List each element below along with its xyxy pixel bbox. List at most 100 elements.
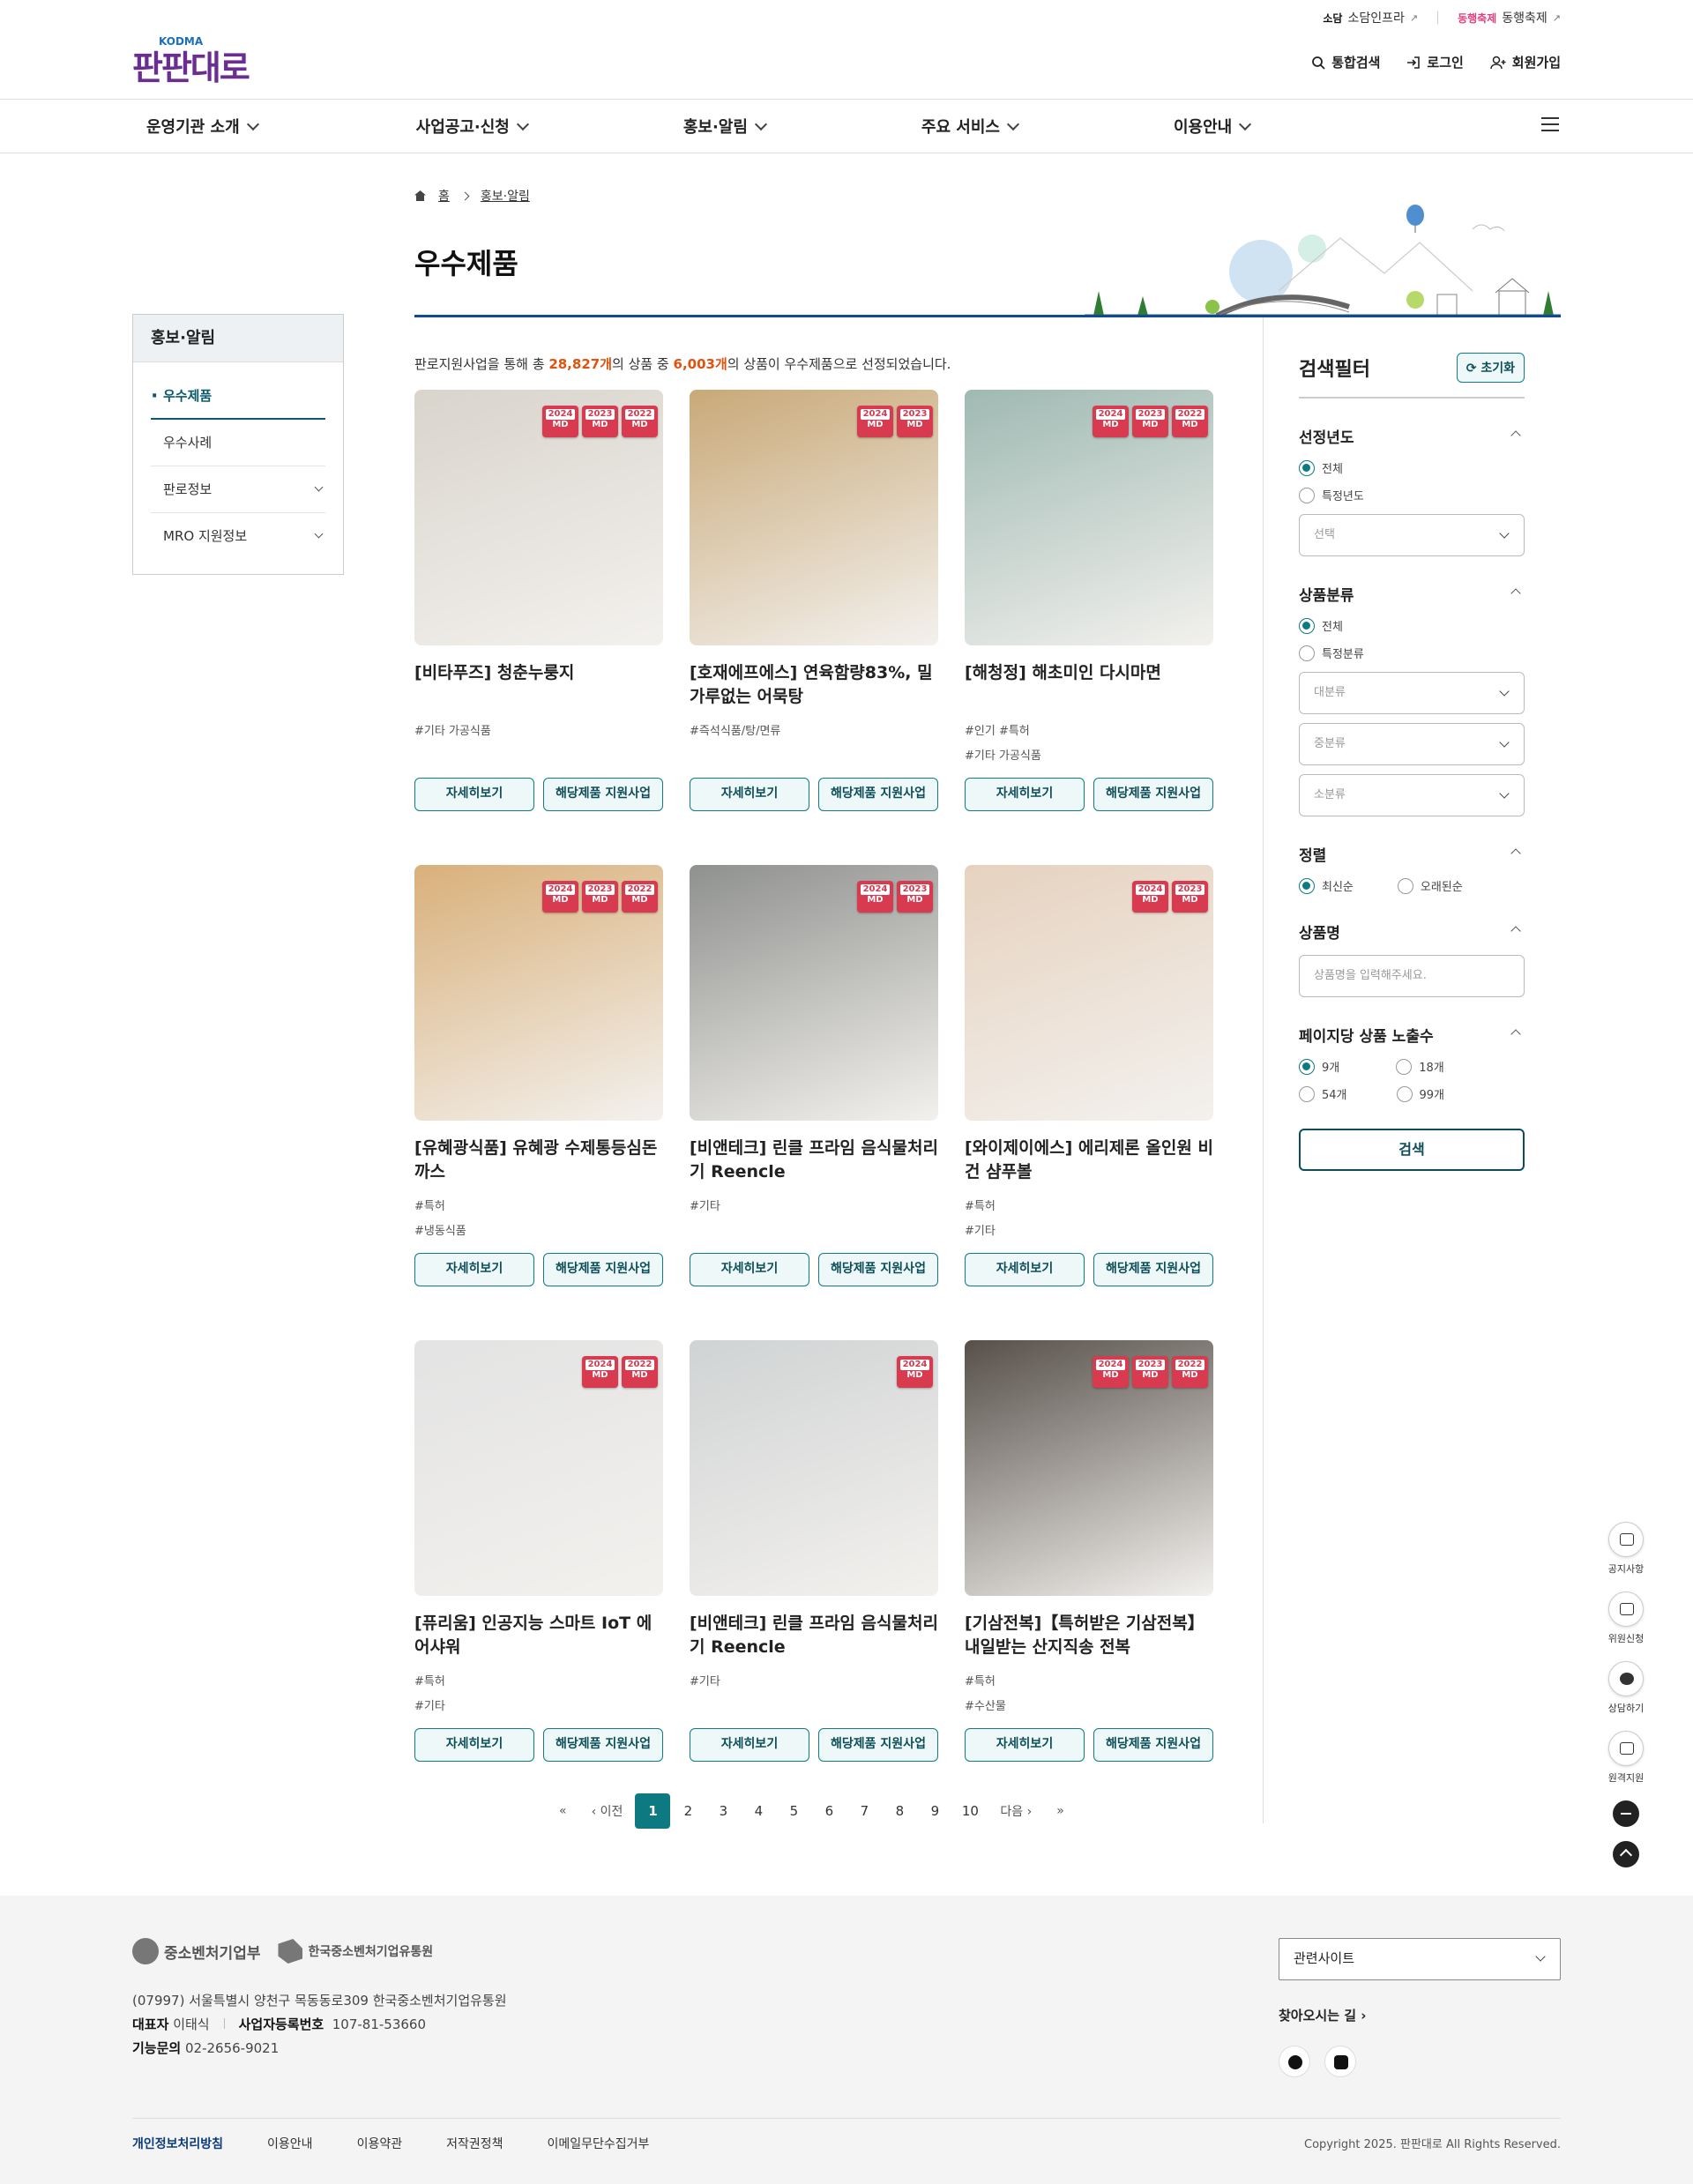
gnb-item-notice-apply[interactable]: 사업공고·신청: [402, 115, 541, 138]
page-number[interactable]: 1: [635, 1793, 671, 1829]
next-page-button[interactable]: 다음 ›: [988, 1802, 1044, 1820]
year-all-radio[interactable]: 전체: [1299, 459, 1343, 476]
product-name[interactable]: [와이제이에스] 에리제론 올인원 비건 샴푸볼: [965, 1137, 1213, 1184]
related-support-button[interactable]: 해당제품 지원사업: [1093, 1253, 1213, 1286]
directions-link[interactable]: 찾아오시는 길 ›: [1279, 2006, 1366, 2024]
product-image[interactable]: 2024 MD 2023 MD: [690, 865, 938, 1121]
blog-icon[interactable]: [1324, 2046, 1356, 2077]
side-nav-item-cases[interactable]: 우수사례: [151, 420, 325, 466]
page-number[interactable]: 8: [882, 1793, 917, 1829]
category-medium-select[interactable]: 중분류: [1299, 723, 1525, 765]
related-support-button[interactable]: 해당제품 지원사업: [1093, 778, 1213, 811]
product-card[interactable]: 2024 MD [비앤테크] 린클 프라임 음식물처리기 Reencle #기타 자세히…: [690, 1340, 938, 1762]
gnb-item-pr[interactable]: 홍보·알림: [669, 115, 779, 138]
quick-remote[interactable]: 원격지원: [1607, 1731, 1645, 1785]
facebook-icon[interactable]: [1279, 2046, 1310, 2077]
quick-consult[interactable]: 상담하기: [1607, 1661, 1645, 1715]
quick-notice[interactable]: 공지사항: [1607, 1522, 1645, 1576]
product-image[interactable]: 2024 MD 2023 MD: [965, 865, 1213, 1121]
product-card[interactable]: 2024 MD 2023 MD 2022 MD [해청정] 해초미인 다시마면 #인기 #특허…: [965, 390, 1213, 811]
util-link-festival[interactable]: 동행축제 동행축제 ↗: [1458, 9, 1561, 26]
gnb-item-services[interactable]: 주요 서비스: [907, 115, 1032, 138]
detail-button[interactable]: 자세히보기: [414, 778, 534, 811]
breadcrumb-home[interactable]: 홈: [438, 187, 450, 205]
util-link-sodam[interactable]: 소담 소담인프라 ↗: [1323, 9, 1418, 26]
product-name[interactable]: [유혜광식품] 유혜광 수제통등심돈까스: [414, 1137, 663, 1184]
page-number[interactable]: 9: [917, 1793, 952, 1829]
related-support-button[interactable]: 해당제품 지원사업: [818, 1728, 938, 1762]
product-image[interactable]: 2024 MD 2023 MD 2022 MD: [965, 1340, 1213, 1596]
product-name-input[interactable]: 상품명을 입력해주세요.: [1299, 955, 1525, 997]
category-all-radio[interactable]: 전체: [1299, 617, 1343, 634]
detail-button[interactable]: 자세히보기: [690, 1728, 809, 1762]
chevron-up-icon[interactable]: [1510, 848, 1521, 859]
product-name[interactable]: [호재에프에스] 연육함량83%, 밀가루없는 어묵탕: [690, 661, 938, 709]
terms-link[interactable]: 이용약관: [357, 2135, 403, 2152]
product-image[interactable]: 2024 MD 2023 MD: [690, 390, 938, 645]
email-policy-link[interactable]: 이메일무단수집거부: [548, 2135, 650, 2152]
product-image[interactable]: 2024 MD 2022 MD: [414, 1340, 663, 1596]
product-name[interactable]: [비앤테크] 린클 프라임 음식물처리기 Reencle: [690, 1137, 938, 1184]
related-support-button[interactable]: 해당제품 지원사업: [543, 778, 663, 811]
page-number[interactable]: 5: [776, 1793, 811, 1829]
per-page-9-radio[interactable]: 9개: [1299, 1058, 1339, 1075]
product-image[interactable]: 2024 MD 2023 MD 2022 MD: [414, 390, 663, 645]
filter-search-button[interactable]: 검색: [1299, 1129, 1525, 1171]
sort-newest-radio[interactable]: 최신순: [1299, 877, 1354, 894]
chevron-up-icon[interactable]: [1510, 1029, 1521, 1040]
related-support-button[interactable]: 해당제품 지원사업: [818, 778, 938, 811]
product-image[interactable]: 2024 MD 2023 MD 2022 MD: [965, 390, 1213, 645]
detail-button[interactable]: 자세히보기: [414, 1253, 534, 1286]
chevron-up-icon[interactable]: [1510, 926, 1521, 936]
last-page-icon[interactable]: »: [1044, 1804, 1077, 1818]
product-card[interactable]: 2024 MD 2023 MD 2022 MD [기삼전복]【특허받은 기삼전복】내일받는 …: [965, 1340, 1213, 1762]
quick-apply[interactable]: 위원신청: [1607, 1591, 1645, 1645]
page-number[interactable]: 7: [846, 1793, 882, 1829]
side-nav-item-sales-info[interactable]: 판로정보: [151, 466, 325, 513]
side-nav-item-excellent-products[interactable]: 우수제품: [151, 373, 325, 420]
first-page-icon[interactable]: «: [547, 1804, 579, 1818]
chevron-up-icon[interactable]: [1510, 430, 1521, 441]
related-support-button[interactable]: 해당제품 지원사업: [543, 1253, 663, 1286]
gnb-item-guide[interactable]: 이용안내: [1160, 115, 1264, 138]
guide-link[interactable]: 이용안내: [267, 2135, 313, 2152]
per-page-54-radio[interactable]: 54개: [1299, 1085, 1347, 1102]
product-card[interactable]: 2024 MD 2023 MD 2022 MD [비타푸즈] 청춘누룽지 #기타 가공식품 자세…: [414, 390, 663, 811]
page-number[interactable]: 6: [811, 1793, 846, 1829]
copyright-policy-link[interactable]: 저작권정책: [446, 2135, 503, 2152]
detail-button[interactable]: 자세히보기: [965, 778, 1085, 811]
detail-button[interactable]: 자세히보기: [690, 1253, 809, 1286]
privacy-link[interactable]: 개인정보처리방침: [132, 2135, 223, 2152]
product-card[interactable]: 2024 MD 2023 MD [비앤테크] 린클 프라임 음식물처리기 Reencle…: [690, 865, 938, 1286]
related-support-button[interactable]: 해당제품 지원사업: [818, 1253, 938, 1286]
breadcrumb-current[interactable]: 홍보·알림: [481, 187, 530, 205]
product-image[interactable]: 2024 MD: [690, 1340, 938, 1596]
side-nav-item-mro[interactable]: MRO 지원정보: [151, 513, 325, 560]
category-small-select[interactable]: 소분류: [1299, 774, 1525, 816]
related-support-button[interactable]: 해당제품 지원사업: [543, 1728, 663, 1762]
year-select[interactable]: 선택: [1299, 514, 1525, 556]
category-specific-radio[interactable]: 특정분류: [1299, 645, 1364, 661]
product-name[interactable]: [기삼전복]【특허받은 기삼전복】내일받는 산지직송 전복: [965, 1612, 1213, 1659]
product-card[interactable]: 2024 MD 2023 MD [와이제이에스] 에리제론 올인원 비건 샴푸볼 #특허 #…: [965, 865, 1213, 1286]
detail-button[interactable]: 자세히보기: [965, 1253, 1085, 1286]
detail-button[interactable]: 자세히보기: [414, 1728, 534, 1762]
page-number[interactable]: 10: [952, 1793, 988, 1829]
scroll-top-icon[interactable]: [1613, 1841, 1639, 1867]
detail-button[interactable]: 자세히보기: [690, 778, 809, 811]
related-sites-select[interactable]: 관련사이트: [1279, 1938, 1561, 1980]
product-name[interactable]: [비타푸즈] 청춘누룽지: [414, 661, 663, 709]
login-button[interactable]: 로그인: [1406, 53, 1464, 71]
sort-oldest-radio[interactable]: 오래된순: [1397, 877, 1463, 894]
product-card[interactable]: 2024 MD 2023 MD 2022 MD [유혜광식품] 유혜광 수제통등심돈까스 #특…: [414, 865, 663, 1286]
category-large-select[interactable]: 대분류: [1299, 672, 1525, 714]
product-name[interactable]: [해청정] 해초미인 다시마면: [965, 661, 1213, 709]
product-image[interactable]: 2024 MD 2023 MD 2022 MD: [414, 865, 663, 1121]
related-support-button[interactable]: 해당제품 지원사업: [1093, 1728, 1213, 1762]
hamburger-menu-icon[interactable]: [1541, 117, 1559, 131]
detail-button[interactable]: 자세히보기: [965, 1728, 1085, 1762]
per-page-18-radio[interactable]: 18개: [1396, 1058, 1444, 1075]
signup-button[interactable]: 회원가입: [1490, 53, 1561, 71]
product-card[interactable]: 2024 MD 2022 MD [퓨리움] 인공지능 스마트 IoT 에어샤워 #특허 #기…: [414, 1340, 663, 1762]
year-specific-radio[interactable]: 특정년도: [1299, 487, 1364, 503]
